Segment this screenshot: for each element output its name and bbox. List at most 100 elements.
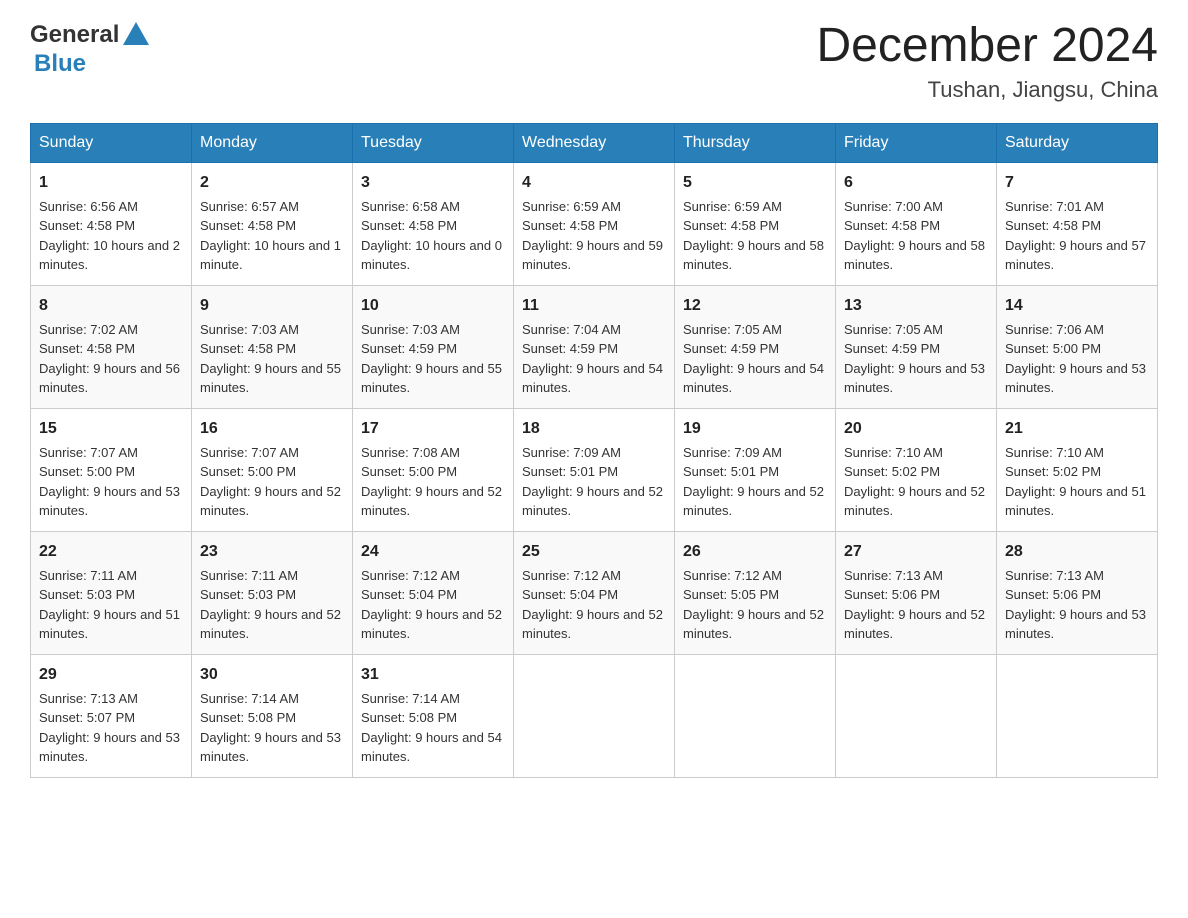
calendar-body: 1 Sunrise: 6:56 AMSunset: 4:58 PMDaylight…: [31, 162, 1158, 777]
calendar-table: Sunday Monday Tuesday Wednesday Thursday…: [30, 123, 1158, 778]
calendar-cell: 11 Sunrise: 7:04 AMSunset: 4:59 PMDayligh…: [514, 285, 675, 408]
calendar-week-row: 1 Sunrise: 6:56 AMSunset: 4:58 PMDaylight…: [31, 162, 1158, 285]
day-number: 20: [844, 417, 988, 441]
day-number: 25: [522, 540, 666, 564]
calendar-header: Sunday Monday Tuesday Wednesday Thursday…: [31, 123, 1158, 162]
title-block: December 2024 Tushan, Jiangsu, China: [816, 20, 1158, 103]
calendar-cell: 16 Sunrise: 7:07 AMSunset: 5:00 PMDayligh…: [192, 408, 353, 531]
col-wednesday: Wednesday: [514, 123, 675, 162]
calendar-cell: [836, 654, 997, 777]
day-info: Sunrise: 6:59 AMSunset: 4:58 PMDaylight:…: [683, 199, 824, 273]
day-info: Sunrise: 7:07 AMSunset: 5:00 PMDaylight:…: [200, 445, 341, 519]
logo-general-text: General: [30, 21, 119, 49]
day-info: Sunrise: 7:00 AMSunset: 4:58 PMDaylight:…: [844, 199, 985, 273]
day-number: 16: [200, 417, 344, 441]
day-info: Sunrise: 7:09 AMSunset: 5:01 PMDaylight:…: [683, 445, 824, 519]
day-number: 22: [39, 540, 183, 564]
day-number: 11: [522, 294, 666, 318]
day-info: Sunrise: 7:06 AMSunset: 5:00 PMDaylight:…: [1005, 322, 1146, 396]
day-info: Sunrise: 6:59 AMSunset: 4:58 PMDaylight:…: [522, 199, 663, 273]
day-info: Sunrise: 7:03 AMSunset: 4:59 PMDaylight:…: [361, 322, 502, 396]
calendar-cell: 5Sunrise: 6:59 AMSunset: 4:58 PMDaylight…: [675, 162, 836, 285]
calendar-week-row: 29 Sunrise: 7:13 AMSunset: 5:07 PMDayligh…: [31, 654, 1158, 777]
day-number: 12: [683, 294, 827, 318]
day-number: 21: [1005, 417, 1149, 441]
day-info: Sunrise: 7:14 AMSunset: 5:08 PMDaylight:…: [361, 691, 502, 765]
calendar-cell: 24 Sunrise: 7:12 AMSunset: 5:04 PMDayligh…: [353, 531, 514, 654]
day-info: Sunrise: 7:01 AMSunset: 4:58 PMDaylight:…: [1005, 199, 1146, 273]
day-number: 26: [683, 540, 827, 564]
month-title: December 2024: [816, 20, 1158, 73]
logo-icon: [121, 20, 151, 50]
day-info: Sunrise: 7:11 AMSunset: 5:03 PMDaylight:…: [200, 568, 341, 642]
calendar-cell: 31 Sunrise: 7:14 AMSunset: 5:08 PMDayligh…: [353, 654, 514, 777]
day-number: 27: [844, 540, 988, 564]
calendar-cell: 1 Sunrise: 6:56 AMSunset: 4:58 PMDaylight…: [31, 162, 192, 285]
calendar-cell: 22Sunrise: 7:11 AMSunset: 5:03 PMDayligh…: [31, 531, 192, 654]
day-number: 4: [522, 171, 666, 195]
day-number: 28: [1005, 540, 1149, 564]
calendar-cell: [997, 654, 1158, 777]
col-sunday: Sunday: [31, 123, 192, 162]
day-info: Sunrise: 7:13 AMSunset: 5:07 PMDaylight:…: [39, 691, 180, 765]
calendar-week-row: 8Sunrise: 7:02 AMSunset: 4:58 PMDaylight…: [31, 285, 1158, 408]
day-info: Sunrise: 7:05 AMSunset: 4:59 PMDaylight:…: [844, 322, 985, 396]
calendar-cell: 29 Sunrise: 7:13 AMSunset: 5:07 PMDayligh…: [31, 654, 192, 777]
day-info: Sunrise: 7:12 AMSunset: 5:04 PMDaylight:…: [361, 568, 502, 642]
day-info: Sunrise: 7:13 AMSunset: 5:06 PMDaylight:…: [1005, 568, 1146, 642]
calendar-cell: 28 Sunrise: 7:13 AMSunset: 5:06 PMDayligh…: [997, 531, 1158, 654]
day-info: Sunrise: 7:10 AMSunset: 5:02 PMDaylight:…: [1005, 445, 1146, 519]
day-number: 15: [39, 417, 183, 441]
calendar-cell: 25 Sunrise: 7:12 AMSunset: 5:04 PMDayligh…: [514, 531, 675, 654]
calendar-cell: 13 Sunrise: 7:05 AMSunset: 4:59 PMDayligh…: [836, 285, 997, 408]
header-row: Sunday Monday Tuesday Wednesday Thursday…: [31, 123, 1158, 162]
col-monday: Monday: [192, 123, 353, 162]
day-number: 14: [1005, 294, 1149, 318]
day-number: 24: [361, 540, 505, 564]
calendar-week-row: 15 Sunrise: 7:07 AMSunset: 5:00 PMDayligh…: [31, 408, 1158, 531]
calendar-cell: 9 Sunrise: 7:03 AMSunset: 4:58 PMDaylight…: [192, 285, 353, 408]
col-saturday: Saturday: [997, 123, 1158, 162]
day-number: 3: [361, 171, 505, 195]
page-header: General Blue December 2024 Tushan, Jiang…: [30, 20, 1158, 103]
day-info: Sunrise: 7:12 AMSunset: 5:04 PMDaylight:…: [522, 568, 663, 642]
col-friday: Friday: [836, 123, 997, 162]
calendar-cell: 8Sunrise: 7:02 AMSunset: 4:58 PMDaylight…: [31, 285, 192, 408]
day-info: Sunrise: 7:05 AMSunset: 4:59 PMDaylight:…: [683, 322, 824, 396]
calendar-cell: 19 Sunrise: 7:09 AMSunset: 5:01 PMDayligh…: [675, 408, 836, 531]
calendar-cell: 23Sunrise: 7:11 AMSunset: 5:03 PMDayligh…: [192, 531, 353, 654]
day-number: 19: [683, 417, 827, 441]
calendar-week-row: 22 Sunrise: 7:11 AMSunset: 5:03 PMDayligh…: [31, 531, 1158, 654]
calendar-cell: 6 Sunrise: 7:00 AMSunset: 4:58 PMDaylight…: [836, 162, 997, 285]
calendar-cell: 21 Sunrise: 7:10 AMSunset: 5:02 PMDayligh…: [997, 408, 1158, 531]
day-info: Sunrise: 7:03 AMSunset: 4:58 PMDaylight:…: [200, 322, 341, 396]
day-info: Sunrise: 7:04 AMSunset: 4:59 PMDaylight:…: [522, 322, 663, 396]
day-number: 6: [844, 171, 988, 195]
day-info: Sunrise: 6:56 AMSunset: 4:58 PMDaylight:…: [39, 199, 180, 273]
day-info: Sunrise: 7:10 AMSunset: 5:02 PMDaylight:…: [844, 445, 985, 519]
calendar-cell: 10 Sunrise: 7:03 AMSunset: 4:59 PMDayligh…: [353, 285, 514, 408]
day-number: 8: [39, 294, 183, 318]
calendar-cell: 30Sunrise: 7:14 AMSunset: 5:08 PMDayligh…: [192, 654, 353, 777]
day-number: 10: [361, 294, 505, 318]
calendar-cell: 17Sunrise: 7:08 AMSunset: 5:00 PMDayligh…: [353, 408, 514, 531]
calendar-cell: 4 Sunrise: 6:59 AMSunset: 4:58 PMDaylight…: [514, 162, 675, 285]
calendar-cell: [675, 654, 836, 777]
day-info: Sunrise: 6:57 AMSunset: 4:58 PMDaylight:…: [200, 199, 341, 273]
calendar-cell: 3 Sunrise: 6:58 AMSunset: 4:58 PMDaylight…: [353, 162, 514, 285]
day-number: 29: [39, 663, 183, 687]
calendar-cell: 7Sunrise: 7:01 AMSunset: 4:58 PMDaylight…: [997, 162, 1158, 285]
day-number: 17: [361, 417, 505, 441]
calendar-cell: 26Sunrise: 7:12 AMSunset: 5:05 PMDayligh…: [675, 531, 836, 654]
location: Tushan, Jiangsu, China: [816, 77, 1158, 103]
day-number: 1: [39, 171, 183, 195]
calendar-cell: 18Sunrise: 7:09 AMSunset: 5:01 PMDayligh…: [514, 408, 675, 531]
day-number: 13: [844, 294, 988, 318]
day-info: Sunrise: 6:58 AMSunset: 4:58 PMDaylight:…: [361, 199, 502, 273]
calendar-cell: 2Sunrise: 6:57 AMSunset: 4:58 PMDaylight…: [192, 162, 353, 285]
calendar-cell: 14 Sunrise: 7:06 AMSunset: 5:00 PMDayligh…: [997, 285, 1158, 408]
day-info: Sunrise: 7:13 AMSunset: 5:06 PMDaylight:…: [844, 568, 985, 642]
calendar-cell: 27 Sunrise: 7:13 AMSunset: 5:06 PMDayligh…: [836, 531, 997, 654]
day-number: 31: [361, 663, 505, 687]
day-number: 9: [200, 294, 344, 318]
